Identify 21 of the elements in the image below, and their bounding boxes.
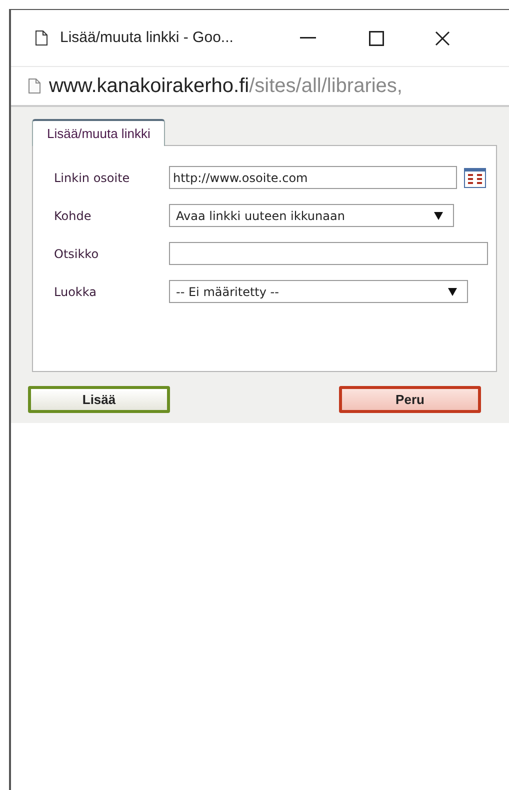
- minimize-icon[interactable]: [300, 37, 316, 39]
- url-text: www.kanakoirakerho.fi/sites/all/libraries,: [49, 74, 402, 99]
- field-label: Linkin osoite: [54, 170, 131, 186]
- dropdown-arrow-icon: [448, 287, 457, 296]
- dropdown[interactable]: -- Ei määritetty --: [169, 280, 468, 303]
- browse-list-icon[interactable]: [464, 168, 486, 188]
- field-label: Luokka: [54, 284, 98, 300]
- document-icon: [35, 30, 48, 46]
- dropdown-arrow-icon: [434, 211, 443, 220]
- cancel-button[interactable]: Peru: [339, 386, 481, 413]
- dropdown[interactable]: Avaa linkki uuteen ikkunaan: [169, 204, 454, 227]
- input-field[interactable]: http://www.osoite.com: [169, 166, 457, 189]
- maximize-icon[interactable]: [369, 30, 384, 46]
- field-label: Otsikko: [54, 246, 100, 262]
- document-icon: [28, 78, 41, 94]
- tab[interactable]: Lisää/muuta linkki: [32, 119, 166, 146]
- add-button[interactable]: Lisää: [28, 386, 170, 413]
- field-label: Kohde: [54, 208, 92, 224]
- close-icon[interactable]: [435, 30, 450, 46]
- input-field[interactable]: [169, 242, 488, 265]
- window-title: Lisää/muuta linkki - Goo...: [60, 28, 234, 48]
